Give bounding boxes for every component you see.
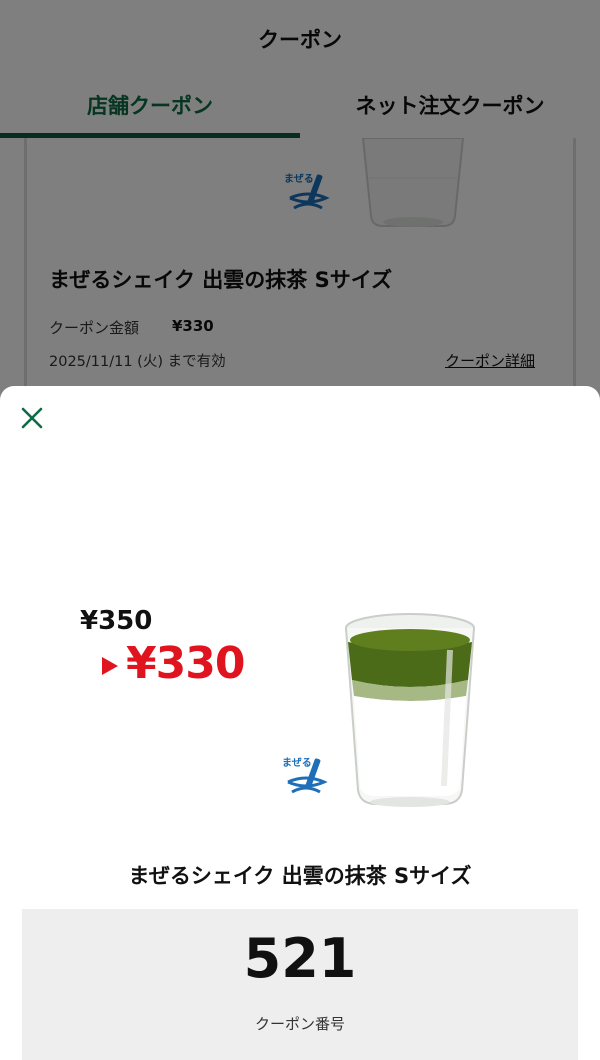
product-hero: ¥350 ¥330 まぜる	[60, 566, 540, 836]
discount-price-group: ¥330	[102, 638, 245, 689]
original-price: ¥350	[80, 606, 153, 636]
product-name: まぜるシェイク 出雲の抹茶 Sサイズ	[128, 864, 472, 888]
arrow-right-icon	[102, 656, 118, 675]
discount-price: ¥330	[126, 638, 245, 689]
mazeru-logo-icon: まぜる	[282, 757, 328, 794]
coupon-bottom-sheet: ¥350 ¥330 まぜる まぜるシェイク 出雲の抹茶 Sサイズ 521 クーポ…	[0, 386, 600, 1060]
mazeru-logo-text: まぜる	[282, 757, 312, 769]
coupon-number-label: クーポン番号	[254, 1015, 345, 1033]
matcha-shake-glass-image	[345, 613, 475, 807]
coupon-number: 521	[243, 927, 357, 990]
coupon-number-box: 521 クーポン番号	[22, 909, 578, 1060]
close-icon[interactable]	[16, 402, 48, 434]
